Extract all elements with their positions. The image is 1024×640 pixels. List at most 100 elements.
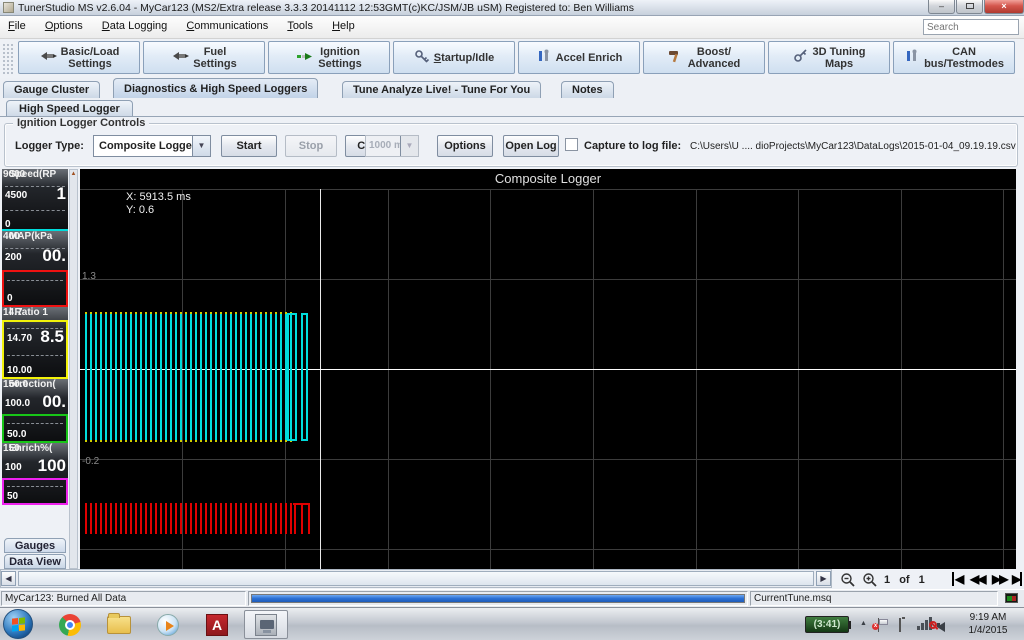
adobe-reader-icon: A [206, 614, 228, 636]
zoom-out-icon[interactable] [840, 572, 856, 588]
startup-idle-button[interactable]: Startup/Idle [393, 41, 515, 74]
scroll-left-icon[interactable]: ◀ [1, 571, 16, 586]
y-axis-label-top: 1.3 [82, 271, 96, 282]
trace-marker-dots [85, 312, 293, 314]
first-page-button[interactable]: ◀ [952, 572, 962, 586]
menu-options[interactable]: Options [37, 16, 91, 32]
window-title: TunerStudio MS v2.6.04 - MyCar123 (MS2/E… [18, 2, 634, 14]
menu-tools[interactable]: Tools [279, 16, 321, 32]
scroll-right-icon[interactable]: ▶ [816, 571, 831, 586]
tab-high-speed-logger[interactable]: High Speed Logger [6, 100, 133, 117]
next-page-button[interactable]: ▶▶ [992, 572, 1006, 586]
minimize-button[interactable]: – [928, 0, 955, 14]
stop-button: Stop [285, 135, 337, 157]
capture-label: Capture to log file: [584, 140, 681, 152]
tab-tune-analyze-live[interactable]: Tune Analyze Live! - Tune For You [342, 81, 541, 98]
close-button[interactable]: × [984, 0, 1024, 14]
tunerstudio-icon [255, 614, 277, 636]
chevron-down-icon: ▼ [400, 136, 418, 156]
last-page-button[interactable]: ▶ [1012, 572, 1022, 586]
scroll-up-icon[interactable]: ▲ [70, 170, 77, 178]
hammer-icon [668, 49, 684, 66]
chart-horizontal-scrollbar[interactable]: ◀ ▶ [0, 569, 832, 588]
tab-gauges[interactable]: Gauges [4, 538, 66, 553]
boost-advanced-button[interactable]: Boost/Advanced [643, 41, 765, 74]
gauge-correction: 150.0orrection( 100.0 00. 50.0 [2, 379, 68, 443]
start-button[interactable] [3, 609, 33, 639]
logger-type-label: Logger Type: [15, 140, 84, 152]
status-progress-cell [248, 591, 748, 606]
fuel-settings-button[interactable]: FuelSettings [143, 41, 265, 74]
options-button[interactable]: Options [437, 135, 493, 157]
status-message: MyCar123: Burned All Data [1, 591, 246, 606]
clamp-icon [39, 49, 57, 66]
comm-status-indicator [1005, 593, 1018, 603]
composite-trace-high-pulse [301, 313, 308, 441]
gauge-engine-speed: 9000Speed(RP 4500 1 0 [2, 169, 68, 231]
current-tune-file: CurrentTune.msq [750, 591, 998, 606]
capture-path: C:\Users\U .... dioProjects\MyCar123\Dat… [690, 141, 1016, 152]
composite-trace-low-pulse [294, 503, 296, 534]
tray-clock[interactable]: 9:19 AM 1/4/2015 [958, 611, 1018, 637]
gauge-sidebar: 9000Speed(RP 4500 1 0 400MAP(kPa 200 00.… [2, 169, 68, 505]
menu-help[interactable]: Help [324, 16, 363, 32]
key-icon [793, 49, 809, 66]
gauge-accel-enrich: 150Enrich%( 100 100 50 [2, 443, 68, 505]
high-speed-logger-panel: Ignition Logger Controls Logger Type: Co… [0, 116, 1024, 589]
tray-battery-timer[interactable]: (3:41) [805, 616, 849, 633]
tab-data-view[interactable]: Data View [4, 554, 66, 569]
logger-type-select[interactable]: Composite Logger ▼ [93, 135, 211, 157]
composite-trace-high-pulse [287, 313, 297, 441]
tab-diagnostics-high-speed-loggers[interactable]: Diagnostics & High Speed Loggers [113, 78, 318, 98]
ignition-settings-button[interactable]: IgnitionSettings [268, 41, 390, 74]
tools-icon [904, 49, 920, 66]
taskbar-tunerstudio-button[interactable] [244, 610, 288, 639]
windows-logo-icon [12, 617, 25, 631]
gauge-range-box: 50 [2, 478, 68, 505]
tab-gauge-cluster[interactable]: Gauge Cluster [3, 81, 100, 98]
zoom-in-icon[interactable] [862, 572, 878, 588]
accel-enrich-button[interactable]: Accel Enrich [518, 41, 640, 74]
page-indicator: 1 of 1 [884, 574, 925, 586]
crosshair-vertical [320, 189, 321, 569]
can-bus-testmodes-button[interactable]: CANbus/Testmodes [893, 41, 1015, 74]
power-icon[interactable] [899, 618, 901, 632]
search-input[interactable] [923, 19, 1019, 35]
composite-trace-low-pulse [301, 503, 303, 534]
menu-data-logging[interactable]: Data Logging [94, 16, 175, 32]
progress-bar [251, 594, 745, 603]
chrome-icon [59, 614, 81, 636]
gauge-afr: 14.7l Ratio 1 14.70 8.5 10.00 [2, 307, 68, 379]
composite-trace-low-pulse [308, 503, 310, 534]
spark-icon [296, 49, 314, 66]
prev-page-button[interactable]: ◀◀ [970, 572, 984, 586]
menu-bar: File Options Data Logging Communications… [0, 16, 1024, 39]
composite-trace-low [85, 503, 293, 534]
3d-tuning-maps-button[interactable]: 3D TuningMaps [768, 41, 890, 74]
tools-icon [536, 49, 552, 66]
taskbar-explorer-button[interactable] [97, 610, 141, 639]
gauge-range-box: 14.70 8.5 10.00 [2, 320, 68, 379]
title-bar: TunerStudio MS v2.6.04 - MyCar123 (MS2/E… [0, 0, 1024, 16]
open-log-button[interactable]: Open Log [503, 135, 559, 157]
menu-communications[interactable]: Communications [178, 16, 276, 32]
composite-logger-chart[interactable]: Composite Logger X: 5913.5 ms Y: 0.6 1.3… [80, 169, 1016, 569]
menu-file[interactable]: File [0, 16, 34, 32]
tab-notes[interactable]: Notes [561, 81, 614, 98]
toolbar-grip[interactable] [2, 43, 14, 74]
capture-checkbox[interactable] [565, 138, 578, 151]
maximize-button[interactable] [956, 0, 983, 14]
basic-load-settings-button[interactable]: Basic/LoadSettings [18, 41, 140, 74]
sidebar-scrollbar[interactable]: ▲ [69, 169, 78, 569]
taskbar-media-player-button[interactable] [146, 610, 190, 639]
taskbar-adobe-reader-button[interactable]: A [195, 610, 239, 639]
group-title: Ignition Logger Controls [13, 117, 149, 129]
scrollbar-thumb[interactable] [18, 571, 814, 586]
taskbar-chrome-button[interactable] [48, 610, 92, 639]
chevron-down-icon[interactable]: ▼ [192, 136, 210, 156]
composite-trace-high [85, 313, 293, 441]
clamp-icon [171, 49, 189, 66]
gauge-range-box: 0 [2, 270, 68, 307]
tray-expand-icon[interactable]: ▲ [860, 620, 867, 627]
start-button[interactable]: Start [221, 135, 277, 157]
